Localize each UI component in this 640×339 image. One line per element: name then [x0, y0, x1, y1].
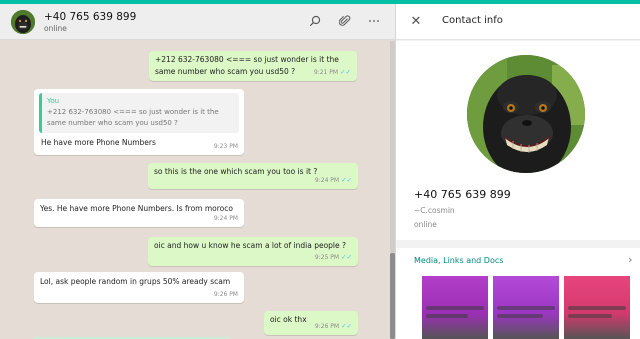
message-bubble-incoming[interactable]: You +212 632-763080 <=== so just wonder … [34, 89, 244, 155]
message-bubble-outgoing[interactable]: so this is the one which scam you too is… [148, 163, 358, 189]
read-ticks-icon: ✓✓ [341, 322, 352, 331]
contact-info-title: Contact info [442, 15, 503, 26]
message-time: 9:24 PM [213, 215, 238, 223]
message-text: He have more Phone Numbers [41, 137, 156, 147]
message-text: +212 632-763080 <=== so just wonder is i… [155, 55, 339, 64]
message-meta: 9:24 PM [214, 214, 238, 224]
message-time: 9:26 PM [213, 291, 238, 299]
attach-icon[interactable] [336, 12, 354, 30]
search-icon[interactable] [306, 12, 324, 30]
message-bubble-outgoing[interactable]: oic ok thx 9:26 PM ✓✓ [264, 311, 358, 335]
media-section: Media, Links and Docs › [396, 248, 640, 339]
media-thumbnail[interactable] [564, 276, 630, 339]
message-list[interactable]: +212 632-763080 <=== so just wonder is i… [0, 41, 390, 339]
quote-text: +212 632-763080 <=== so just wonder is i… [47, 108, 219, 117]
message-meta: 9:24 PM ✓✓ [315, 175, 352, 186]
message-time: 9:26 PM [314, 323, 340, 331]
message-bubble-outgoing[interactable]: +212 632-763080 <=== so just wonder is i… [149, 51, 357, 81]
contact-status-info: online [414, 220, 437, 229]
menu-icon[interactable] [365, 12, 383, 30]
chat-header[interactable]: +40 765 639 899 online [0, 4, 395, 40]
message-text: oic and how u know he scam a lot of indi… [154, 241, 346, 250]
chevron-right-icon[interactable]: › [628, 253, 632, 266]
contact-phone: +40 765 639 899 [414, 188, 511, 201]
read-ticks-icon: ✓✓ [340, 68, 351, 77]
chat-pane: +40 765 639 899 online +212 632-763080 <… [0, 4, 395, 339]
media-thumbnail[interactable] [422, 276, 488, 339]
message-meta: 9:23 PM [214, 142, 238, 152]
close-icon[interactable]: ✕ [408, 13, 424, 29]
quoted-message[interactable]: You +212 632-763080 <=== so just wonder … [39, 93, 239, 133]
message-time: 9:21 PM [313, 69, 339, 77]
contact-avatar[interactable] [11, 10, 35, 34]
message-time: 9:23 PM [213, 143, 238, 151]
contact-status: online [44, 24, 67, 33]
message-bubble-outgoing[interactable]: oic and how u know he scam a lot of indi… [148, 237, 358, 266]
profile-section: +40 765 639 899 ~C.cosmin online [396, 41, 640, 240]
message-time: 9:25 PM [314, 254, 340, 262]
message-meta: 9:26 PM ✓✓ [315, 321, 352, 332]
contact-info-pane: ✕ Contact info +40 765 639 899 ~C.cosmin… [395, 4, 640, 339]
message-meta: 9:25 PM ✓✓ [315, 252, 352, 263]
message-text: Yes. He have more Phone Numbers. Is from… [40, 204, 233, 213]
read-ticks-icon: ✓✓ [341, 176, 352, 185]
message-meta: 9:21 PM ✓✓ [314, 67, 351, 78]
quote-text: same number who scam you usd50 ? [47, 119, 178, 128]
message-bubble-incoming[interactable]: Yes. He have more Phone Numbers. Is from… [34, 199, 244, 227]
contact-info-header: ✕ Contact info [396, 4, 640, 40]
media-links-docs-link[interactable]: Media, Links and Docs [414, 256, 503, 265]
read-ticks-icon: ✓✓ [341, 253, 352, 262]
message-meta: 9:26 PM [214, 290, 238, 300]
media-thumbnail[interactable] [493, 276, 559, 339]
profile-photo[interactable] [467, 55, 585, 173]
message-text: Lol, ask people random in grups 50% area… [40, 277, 231, 286]
contact-name[interactable]: +40 765 639 899 [44, 11, 136, 23]
message-bubble-incoming[interactable]: Lol, ask people random in grups 50% area… [34, 272, 244, 303]
message-time: 9:24 PM [314, 177, 340, 185]
quote-author: You [47, 97, 60, 105]
contact-nickname: ~C.cosmin [414, 206, 455, 215]
